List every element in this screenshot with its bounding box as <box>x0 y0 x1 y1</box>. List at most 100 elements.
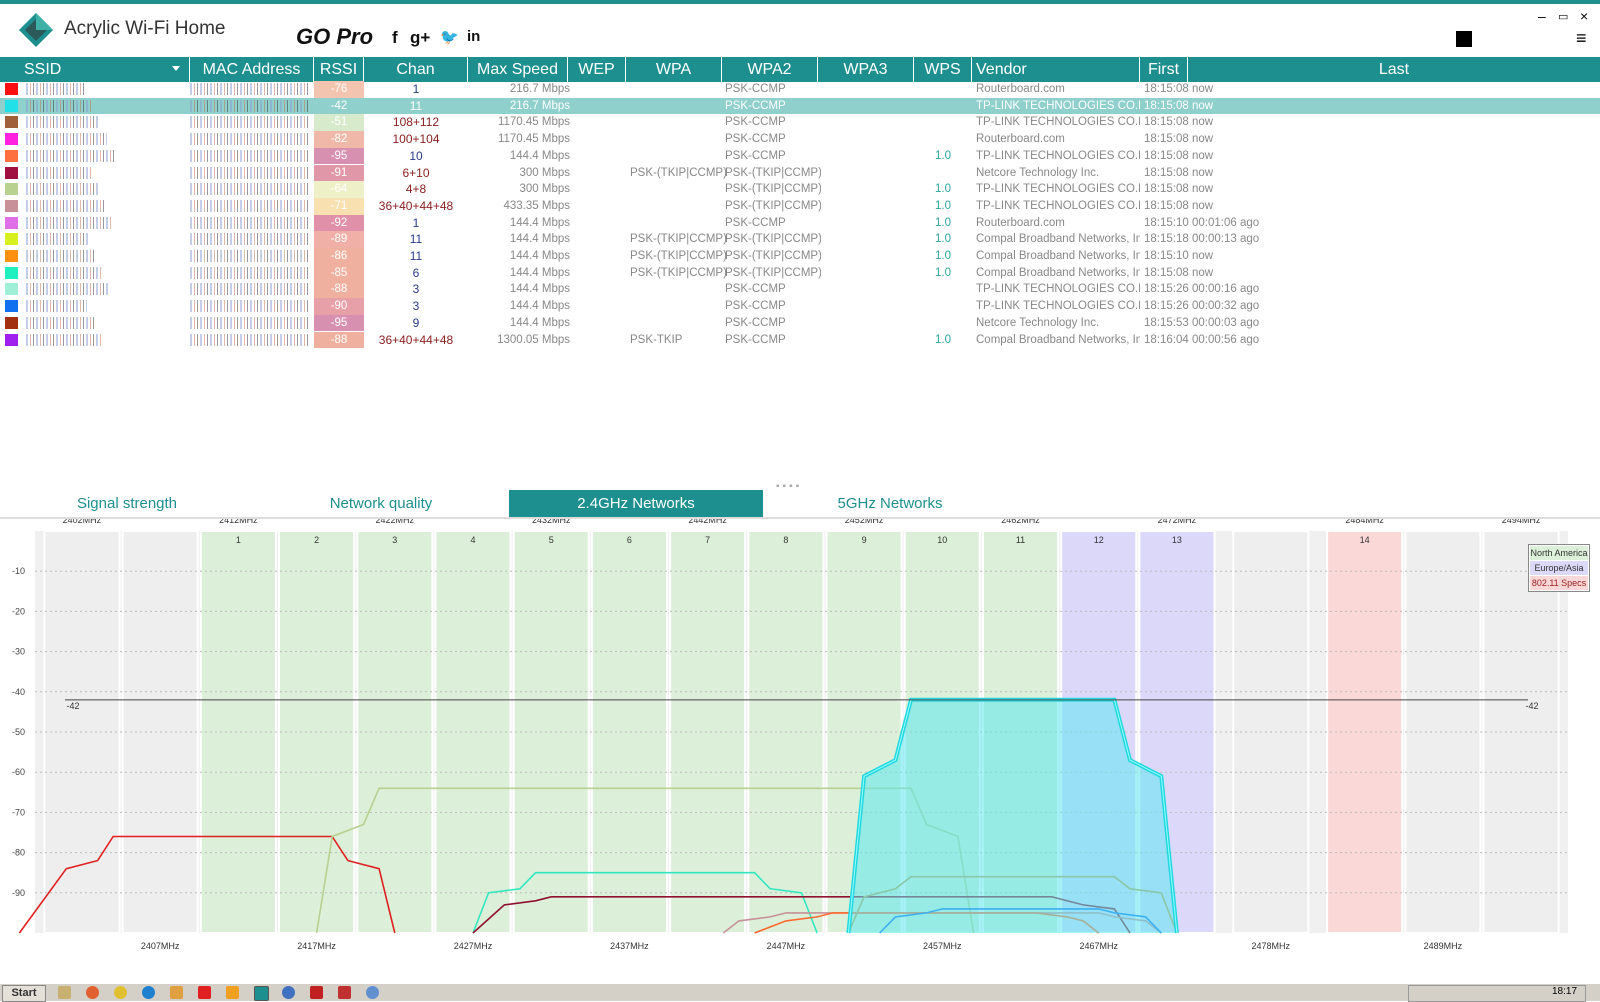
ssid-cell <box>26 216 112 229</box>
globe-app-icon[interactable] <box>366 986 379 999</box>
bottom-frequency-label: 2417MHz <box>297 941 336 951</box>
rssi-cell: -89 <box>314 231 364 248</box>
tool-app-icon[interactable] <box>338 986 351 999</box>
table-row[interactable]: -95 9 144.4 Mbps PSK-CCMP Netcore Technology… <box>0 314 1600 332</box>
youtube-icon[interactable] <box>198 986 211 999</box>
vendor-cell: TP-LINK TECHNOLOGIES CO.LTD <box>976 300 1140 313</box>
acrylic-taskbar-icon[interactable] <box>254 986 269 1001</box>
col-mac-address[interactable]: MAC Address <box>190 57 314 82</box>
rssi-cell: -91 <box>314 164 364 182</box>
table-row[interactable]: -86 11 144.4 Mbps PSK-(TKIP|CCMP) PSK-(TKIP|… <box>0 248 1600 265</box>
vendor-cell: TP-LINK TECHNOLOGIES CO.LTD <box>976 183 1140 196</box>
start-button[interactable]: Start <box>2 985 46 1002</box>
channel-label: 10 <box>937 535 947 545</box>
wps-cell: 1.0 <box>935 333 951 346</box>
network-table-header: SSID MAC Address RSSI Chan Max Speed WEP… <box>0 56 1600 82</box>
table-row[interactable]: -92 1 144.4 Mbps PSK-CCMP 1.0 Routerboard.com… <box>0 214 1600 232</box>
table-row[interactable]: -51 108+112 1170.45 Mbps PSK-CCMP TP-LINK TE… <box>0 114 1600 132</box>
wps-cell <box>914 131 972 148</box>
network-color-swatch <box>5 266 18 279</box>
firefox-icon[interactable] <box>86 986 99 999</box>
wpa-cell <box>630 298 726 315</box>
table-row[interactable]: -85 6 144.4 Mbps PSK-(TKIP|CCMP) PSK-(TKIP|C… <box>0 264 1600 282</box>
col-wpa3[interactable]: WPA3 <box>818 57 914 82</box>
col-rssi[interactable]: RSSI <box>314 57 364 82</box>
vendor-cell: Compal Broadband Networks, Inc. <box>976 233 1140 246</box>
col-first[interactable]: First <box>1140 57 1188 82</box>
wps-cell: 1.0 <box>935 233 951 246</box>
table-row[interactable]: -95 10 144.4 Mbps PSK-CCMP 1.0 TP-LINK TECHNO… <box>0 147 1600 165</box>
table-row[interactable]: -90 3 144.4 Mbps PSK-CCMP TP-LINK TECHNOLOGI… <box>0 298 1600 315</box>
facebook-icon[interactable]: f <box>392 28 398 48</box>
network-app-icon[interactable] <box>282 986 295 999</box>
tab-network-quality[interactable]: Network quality <box>254 490 508 517</box>
speed-cell: 144.4 Mbps <box>509 216 570 229</box>
media-player-icon[interactable] <box>170 986 183 999</box>
wpa2-cell: PSK-(TKIP|CCMP) <box>725 233 821 246</box>
table-row[interactable]: -64 4+8 300 Mbps PSK-(TKIP|CCMP) 1.0 TP-LINK … <box>0 181 1600 198</box>
title-bar: Acrylic Wi-Fi Home GO Pro f g+ 🐦 in × ▭ … <box>0 4 1600 56</box>
mac-address-cell <box>190 216 310 229</box>
table-row[interactable]: -91 6+10 300 Mbps PSK-(TKIP|CCMP) PSK-(TKIP|… <box>0 164 1600 182</box>
table-row[interactable]: -88 3 144.4 Mbps PSK-CCMP TP-LINK TECHNOLOGI… <box>0 281 1600 299</box>
speed-cell: 144.4 Mbps <box>509 283 570 296</box>
tab-5ghz-networks[interactable]: 5GHz Networks <box>763 490 1017 517</box>
col-wpa[interactable]: WPA <box>626 57 722 82</box>
col-wps[interactable]: WPS <box>914 57 972 82</box>
first-cell: 18:15:08 <box>1144 116 1189 129</box>
ssid-cell <box>26 250 96 262</box>
col-chan[interactable]: Chan <box>364 57 468 82</box>
wps-cell <box>914 114 972 131</box>
col-wep[interactable]: WEP <box>568 57 626 82</box>
mac-address-cell <box>190 149 310 162</box>
table-row[interactable]: -42 11 216.7 Mbps PSK-CCMP TP-LINK TECHNOLOG… <box>0 97 1600 115</box>
close-window-button[interactable]: × <box>1580 8 1588 24</box>
sort-down-icon <box>172 66 180 71</box>
tab-24ghz-networks[interactable]: 2.4GHz Networks <box>509 490 763 517</box>
speed-cell: 144.4 Mbps <box>509 300 570 313</box>
app-64-icon[interactable] <box>310 986 323 999</box>
table-row[interactable]: -88 36+40+44+48 1300.05 Mbps PSK-TKIP PSK-CC… <box>0 331 1600 349</box>
minimize-window-button[interactable]: – <box>1538 8 1546 24</box>
mac-address-cell <box>190 166 310 179</box>
acrylic-logo-icon <box>19 13 53 47</box>
linkedin-icon[interactable]: in <box>467 28 480 45</box>
go-pro-link[interactable]: GO Pro <box>296 24 373 50</box>
first-cell: 18:15:53 <box>1144 316 1189 329</box>
col-vendor[interactable]: Vendor <box>972 57 1140 82</box>
table-row[interactable]: -76 1 216.7 Mbps PSK-CCMP Routerboard.com 18:… <box>0 81 1600 98</box>
legend-80211-specs: 802.11 Specs <box>1530 576 1588 590</box>
table-row[interactable]: -89 11 144.4 Mbps PSK-(TKIP|CCMP) PSK-(TKIP|… <box>0 231 1600 248</box>
table-row[interactable]: -82 100+104 1170.45 Mbps PSK-CCMP Routerboar… <box>0 131 1600 148</box>
first-cell: 18:15:08 <box>1144 99 1189 112</box>
mac-address-cell <box>190 300 310 313</box>
chrome-icon[interactable] <box>114 986 127 999</box>
first-cell: 18:15:08 <box>1144 83 1189 95</box>
col-wpa2[interactable]: WPA2 <box>722 57 818 82</box>
table-row[interactable]: -71 36+40+44+48 433.35 Mbps PSK-(TKIP|CCMP)… <box>0 197 1600 215</box>
menu-icon[interactable]: ≡ <box>1576 29 1592 47</box>
tab-signal-strength[interactable]: Signal strength <box>0 490 254 517</box>
channel-graph: 1 2 3 4 5 6 7 8 9 10 11 12 13 14 -10 -20 -30 -40 -50 -60 -70… <box>0 515 1600 983</box>
vendor-cell: Compal Broadband Networks, Inc. <box>976 250 1140 262</box>
network-color-swatch <box>5 199 18 212</box>
google-plus-icon[interactable]: g+ <box>410 28 430 48</box>
network-color-swatch <box>5 233 18 246</box>
mac-address-cell <box>190 99 310 112</box>
hashtag-app-icon[interactable] <box>226 986 239 999</box>
twitter-icon[interactable]: 🐦 <box>440 28 459 46</box>
restore-window-button[interactable]: ▭ <box>1558 10 1568 23</box>
channel-label: 2 <box>314 535 319 545</box>
edge-icon[interactable] <box>142 986 155 999</box>
wps-cell <box>914 281 972 298</box>
stop-scan-button[interactable] <box>1456 31 1472 47</box>
rssi-cell: -76 <box>314 81 364 98</box>
file-manager-icon[interactable] <box>58 986 71 999</box>
col-max-speed[interactable]: Max Speed <box>468 57 568 82</box>
mac-address-cell <box>190 283 310 296</box>
col-ssid[interactable]: SSID <box>0 57 190 82</box>
col-last[interactable]: Last <box>1188 57 1600 82</box>
channel-label: 6 <box>627 535 632 545</box>
ssid-cell <box>26 233 89 246</box>
bottom-frequency-label: 2447MHz <box>767 941 806 951</box>
